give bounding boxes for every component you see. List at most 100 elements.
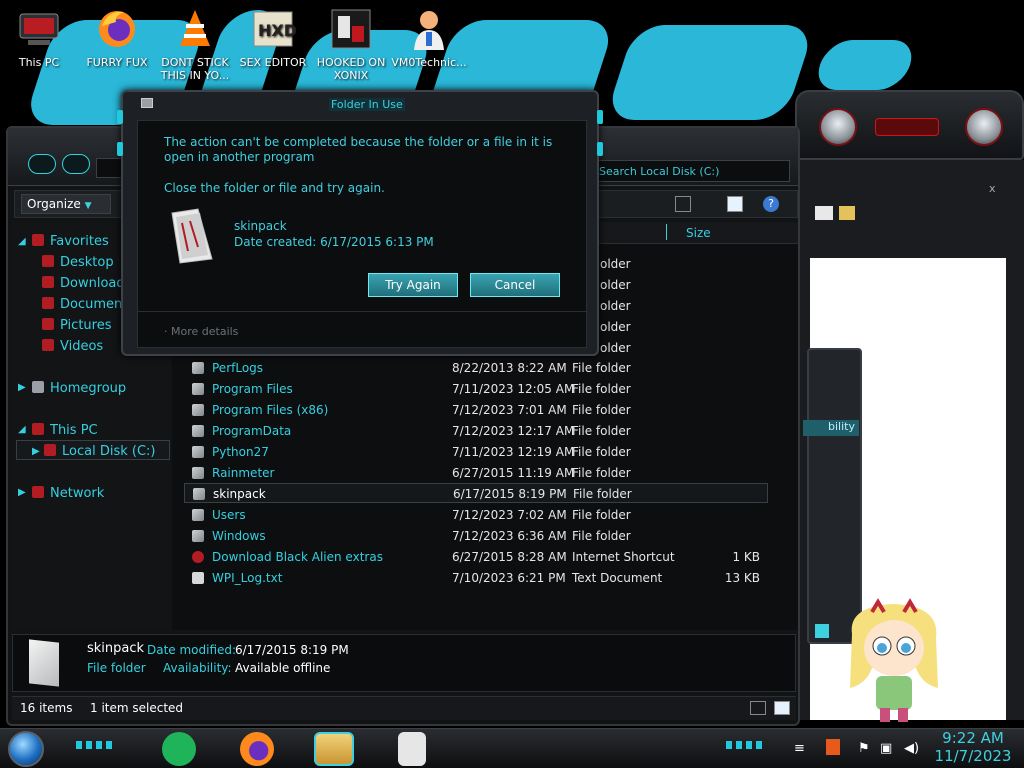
documents-folder-icon	[42, 297, 54, 309]
alien-head-icon	[819, 108, 857, 146]
folder-icon	[192, 530, 204, 542]
desktop-icon-vlc[interactable]: DONT STICK THIS IN YO...	[156, 6, 234, 82]
details-pane: skinpack Date modified: 6/17/2015 8:19 P…	[12, 634, 796, 692]
availability-partial-label: bility	[803, 420, 859, 436]
column-divider[interactable]	[666, 224, 678, 240]
details-name: skinpack	[87, 641, 145, 656]
firefox-icon	[94, 6, 140, 52]
computer-icon	[16, 6, 62, 52]
availability-value: Available offline	[235, 661, 331, 675]
column-size[interactable]: Size	[686, 226, 711, 240]
dialog-item-date: Date created: 6/17/2015 6:13 PM	[234, 235, 434, 249]
tray-expand-icon[interactable]: ≡	[794, 741, 805, 756]
item-count: 16 items	[20, 701, 73, 715]
cartoon-character-sticker	[842, 598, 946, 724]
folder-thumbnail-icon	[29, 639, 59, 687]
nav-desktop[interactable]: Desktop	[42, 255, 114, 270]
taskbar-notes-app-icon[interactable]	[162, 732, 196, 766]
folder-in-use-dialog: Folder In Use The action can't be comple…	[117, 90, 603, 356]
nav-homegroup[interactable]: Homegroup	[32, 381, 126, 396]
drive-icon	[44, 444, 56, 456]
clock[interactable]: 9:22 AM 11/7/2023	[930, 729, 1016, 765]
taskbar-firefox-icon[interactable]	[240, 732, 274, 766]
desktop-icon-vm0technic[interactable]: VM0Technic...	[390, 6, 468, 69]
expand-icon[interactable]: ▶	[32, 446, 40, 457]
nav-documents[interactable]: Documen	[42, 297, 122, 312]
nav-downloads[interactable]: Download	[42, 276, 125, 291]
frame-accent	[117, 110, 123, 124]
hxd-icon: HXD	[250, 6, 297, 52]
file-row[interactable]: Download Black Alien extras 6/27/2015 8:2…	[184, 547, 768, 567]
dialog-app-icon	[141, 98, 153, 108]
network-icon[interactable]: ▣	[880, 741, 892, 756]
view-options-icon[interactable]	[675, 196, 691, 212]
folder-icon[interactable]	[839, 206, 855, 220]
nav-videos[interactable]: Videos	[42, 339, 103, 354]
svg-text:HXD: HXD	[258, 21, 296, 40]
try-again-button[interactable]: Try Again	[368, 273, 458, 297]
forward-button[interactable]	[62, 154, 90, 174]
desktop-icon-hex-editor[interactable]: HXD SEX EDITOR	[234, 6, 312, 69]
frame-accent	[597, 142, 603, 156]
folder-icon	[193, 488, 205, 500]
more-details-toggle[interactable]: · More details	[164, 325, 238, 338]
file-row[interactable]: WPI_Log.txt 7/10/2023 6:21 PM Text Documen…	[184, 568, 768, 588]
cancel-button[interactable]: Cancel	[470, 273, 560, 297]
taskbar-accent	[726, 741, 766, 749]
taskbar-chart-app-icon[interactable]	[398, 732, 426, 766]
expand-icon[interactable]: ▶	[18, 382, 26, 393]
organize-button[interactable]: Organize ▼	[21, 194, 111, 214]
taskbar: ≡ ⚑ ▣ ◀) 9:22 AM 11/7/2023	[0, 728, 1024, 768]
alien-gadget	[795, 90, 1024, 160]
file-row[interactable]: Program Files 7/11/2023 12:05 AM File fold…	[184, 379, 768, 399]
dialog-message: The action can't be completed because th…	[164, 135, 553, 164]
search-input[interactable]: Search Local Disk (C:)	[592, 160, 790, 182]
taskbar-accent	[76, 741, 116, 749]
network-icon	[32, 486, 44, 498]
game-icon	[328, 6, 374, 52]
file-row[interactable]: Users 7/12/2023 7:02 AM File folder	[184, 505, 768, 525]
file-row[interactable]: ProgramData 7/12/2023 12:17 AM File folder	[184, 421, 768, 441]
start-button[interactable]	[8, 731, 44, 767]
expand-icon[interactable]: ◢	[18, 236, 26, 247]
nav-network[interactable]: Network	[32, 486, 104, 501]
spellcheck-icon[interactable]	[815, 206, 833, 220]
file-row[interactable]: Rainmeter 6/27/2015 11:19 AM File folder	[184, 463, 768, 483]
file-row[interactable]: Windows 7/12/2023 6:36 AM File folder	[184, 526, 768, 546]
desktop-icon-firefox[interactable]: FURRY FUX	[78, 6, 156, 69]
details-view-icon[interactable]	[750, 701, 766, 715]
folder-icon	[192, 404, 204, 416]
homegroup-icon	[32, 381, 44, 393]
selection-count: 1 item selected	[90, 701, 184, 715]
volume-icon[interactable]: ◀)	[904, 741, 919, 756]
frame-accent	[597, 110, 603, 124]
expand-icon[interactable]: ▶	[18, 487, 26, 498]
nav-local-disk[interactable]: Local Disk (C:)	[44, 444, 155, 459]
expand-icon[interactable]: ◢	[18, 424, 26, 435]
tray-app-icon[interactable]	[826, 739, 840, 755]
back-button[interactable]	[28, 154, 56, 174]
scroll-button[interactable]	[815, 624, 829, 638]
clock-date: 11/7/2023	[934, 747, 1012, 765]
desktop-icon-xonix[interactable]: HOOKED ON XONIX	[312, 6, 390, 82]
dialog-hint: Close the folder or file and try again.	[164, 181, 385, 195]
file-row[interactable]: Python27 7/11/2023 12:19 AM File folder	[184, 442, 768, 462]
desktop-folder-icon	[42, 255, 54, 267]
nav-this-pc[interactable]: This PC	[32, 423, 98, 438]
file-row-selected[interactable]: skinpack 6/17/2015 8:19 PM File folder	[184, 483, 768, 503]
large-icons-view-icon[interactable]	[774, 701, 790, 715]
star-icon	[32, 234, 44, 246]
file-row[interactable]: Program Files (x86) 7/12/2023 7:01 AM File…	[184, 400, 768, 420]
partial-type-column: older older older older older	[600, 257, 631, 355]
divider	[138, 311, 586, 312]
file-row[interactable]: PerfLogs 8/22/2013 8:22 AM File folder	[184, 358, 768, 378]
nav-favorites[interactable]: Favorites	[32, 234, 109, 249]
action-center-flag-icon[interactable]: ⚑	[858, 741, 870, 756]
desktop-icon-this-pc[interactable]: This PC	[0, 6, 78, 69]
gadget-display	[875, 118, 939, 136]
nav-pictures[interactable]: Pictures	[42, 318, 111, 333]
preview-pane-icon[interactable]	[727, 196, 743, 212]
help-icon[interactable]: ?	[763, 196, 779, 212]
taskbar-explorer-icon[interactable]	[314, 732, 354, 766]
close-icon[interactable]: x	[989, 182, 996, 195]
